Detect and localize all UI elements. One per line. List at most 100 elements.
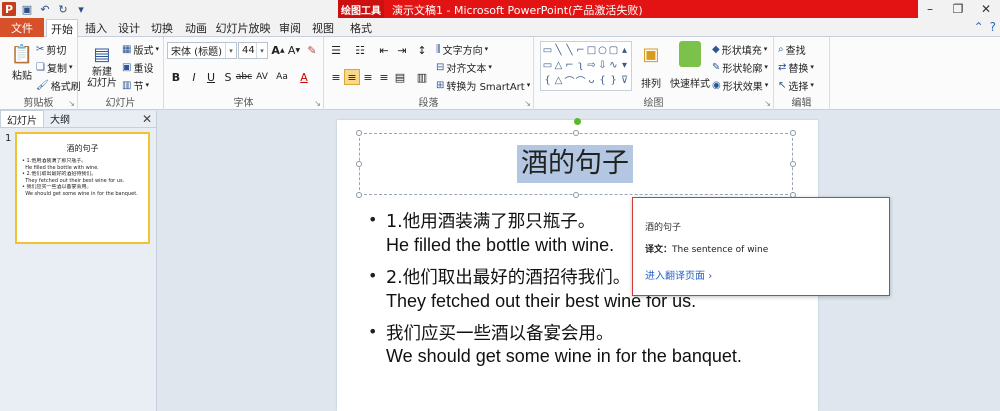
arrow-down-shape-icon[interactable]: ⇩ bbox=[597, 58, 608, 73]
tab-slides[interactable]: 幻灯片 bbox=[0, 110, 44, 127]
elbow-shape-icon[interactable]: ⌐ bbox=[575, 43, 586, 58]
font-name-combo[interactable]: 宋体 (标题) ▾ bbox=[167, 42, 237, 59]
item-1-english[interactable]: He filled the bottle with wine. bbox=[386, 235, 614, 256]
shapes-gallery[interactable]: ▭ ╲ ╲ ⌐ □ ○ ▢ ▴ ▭ △ ⌐ ʅ ⇨ ⇩ ∿ ▾ {△ ⌒ ⌒ ᴗ{} ⊽ bbox=[540, 41, 632, 91]
triangle-shape-icon[interactable]: △ bbox=[553, 58, 564, 73]
align-center-icon[interactable]: ≡ bbox=[344, 69, 360, 85]
tab-animations[interactable]: 动画 bbox=[182, 19, 210, 37]
gallery-down-icon[interactable]: ▾ bbox=[619, 58, 630, 73]
smartart-button[interactable]: ⊞ 转换为 SmartArt ▾ bbox=[436, 77, 530, 93]
arrow-right-shape-icon[interactable]: ⇨ bbox=[586, 58, 597, 73]
paragraph-launcher-icon[interactable]: ↘ bbox=[524, 99, 531, 108]
resize-handle[interactable] bbox=[356, 192, 362, 198]
rectangle-shape-icon[interactable]: □ bbox=[586, 43, 597, 58]
font-color-icon[interactable]: A bbox=[296, 69, 312, 85]
line-shape-icon[interactable]: ╲ bbox=[553, 43, 564, 58]
resize-handle[interactable] bbox=[790, 161, 796, 167]
curve-shape-icon[interactable]: ∿ bbox=[608, 58, 619, 73]
tab-format[interactable]: 格式 bbox=[345, 19, 377, 37]
shape-outline-button[interactable]: ✎ 形状轮廓 ▾ bbox=[712, 59, 768, 75]
item-1-chinese[interactable]: 1.他用酒装满了那只瓶子。 bbox=[386, 208, 595, 233]
replace-button[interactable]: ⇄ 替换 ▾ bbox=[778, 59, 814, 75]
rotate-handle[interactable] bbox=[574, 118, 581, 125]
rectangle-shape-icon[interactable]: ▭ bbox=[542, 58, 553, 73]
grow-font-icon[interactable]: A ▲ bbox=[270, 42, 286, 58]
arrange-button[interactable]: ▣ 排列 bbox=[632, 41, 670, 91]
brace-shape-icon[interactable]: } bbox=[608, 73, 619, 88]
shape-effects-button[interactable]: ◉ 形状效果 ▾ bbox=[712, 77, 768, 93]
text-direction-button[interactable]: ⫼ 文字方向 ▾ bbox=[436, 41, 488, 57]
minimize-icon[interactable]: – bbox=[916, 0, 944, 18]
distributed-icon[interactable]: ▤ bbox=[392, 69, 408, 85]
format-painter-button[interactable]: 🖌 格式刷 bbox=[36, 77, 81, 93]
tab-review[interactable]: 审阅 bbox=[276, 19, 304, 37]
drawing-launcher-icon[interactable]: ↘ bbox=[764, 99, 771, 108]
resize-handle[interactable] bbox=[573, 130, 579, 136]
item-3-english[interactable]: We should get some wine in for the banqu… bbox=[386, 346, 742, 367]
align-right-icon[interactable]: ≡ bbox=[360, 69, 376, 85]
copy-button[interactable]: ❏ 复制 ▾ bbox=[36, 59, 72, 75]
underline-icon[interactable]: U bbox=[203, 69, 219, 85]
tab-view[interactable]: 视图 bbox=[309, 19, 337, 37]
layout-button[interactable]: ▦ 版式 ▾ bbox=[122, 41, 159, 57]
gallery-up-icon[interactable]: ▴ bbox=[619, 43, 630, 58]
strikethrough-icon[interactable]: abc bbox=[236, 69, 252, 85]
new-slide-button[interactable]: ▤ 新建 幻灯片 bbox=[82, 41, 122, 90]
tab-insert[interactable]: 插入 bbox=[82, 19, 110, 37]
item-2-chinese[interactable]: 2.他们取出最好的酒招待我们。 bbox=[386, 264, 630, 289]
tab-transitions[interactable]: 切换 bbox=[148, 19, 176, 37]
resize-handle[interactable] bbox=[356, 130, 362, 136]
powerpoint-logo-icon[interactable]: P bbox=[2, 2, 16, 16]
rounded-rect-shape-icon[interactable]: ▢ bbox=[608, 43, 619, 58]
italic-icon[interactable]: I bbox=[186, 69, 202, 85]
clear-format-icon[interactable]: ✎ bbox=[304, 42, 320, 58]
restore-icon[interactable]: ❐ bbox=[944, 0, 972, 18]
redo-icon[interactable]: ↻ bbox=[56, 2, 70, 16]
chevron-down-icon[interactable]: ▾ bbox=[225, 43, 236, 58]
bracket-shape-icon[interactable]: ⌐ bbox=[564, 58, 575, 73]
increase-indent-icon[interactable]: ⇥ bbox=[394, 42, 410, 58]
tab-file[interactable]: 文件 bbox=[0, 18, 44, 37]
line-spacing-icon[interactable]: ↕ bbox=[414, 42, 430, 58]
resize-handle[interactable] bbox=[356, 161, 362, 167]
change-case-icon[interactable]: Aa bbox=[274, 69, 290, 85]
bold-icon[interactable]: B bbox=[168, 69, 184, 85]
curve-shape-icon[interactable]: ⌒ bbox=[575, 73, 586, 88]
close-icon[interactable]: ✕ bbox=[972, 0, 1000, 18]
open-translation-link[interactable]: 进入翻译页面 › bbox=[645, 267, 712, 282]
resize-handle[interactable] bbox=[790, 130, 796, 136]
shape-fill-button[interactable]: ◆ 形状填充 ▾ bbox=[712, 41, 767, 57]
line-shape-icon[interactable]: ╲ bbox=[564, 43, 575, 58]
tab-home[interactable]: 开始 bbox=[46, 19, 78, 37]
font-size-combo[interactable]: 44 ▾ bbox=[238, 42, 268, 59]
justify-icon[interactable]: ≡ bbox=[376, 69, 392, 85]
undo-icon[interactable]: ↶ bbox=[38, 2, 52, 16]
textbox-shape-icon[interactable]: ▭ bbox=[542, 43, 553, 58]
customize-icon[interactable]: ▾ bbox=[74, 2, 88, 16]
columns-icon[interactable]: ▥ bbox=[414, 69, 430, 85]
select-button[interactable]: ↖ 选择 ▾ bbox=[778, 77, 814, 93]
numbering-icon[interactable]: ☷ bbox=[352, 42, 368, 58]
chevron-down-icon[interactable]: ▾ bbox=[256, 43, 267, 58]
close-icon[interactable]: ✕ bbox=[142, 112, 152, 126]
resize-handle[interactable] bbox=[573, 192, 579, 198]
slide-title[interactable]: 酒的句子 bbox=[517, 145, 633, 183]
curve-shape-icon[interactable]: ⌒ bbox=[564, 73, 575, 88]
slide-thumbnail[interactable]: 酒的句子 • 1.他用酒装满了那只瓶子。 He filled the bottl… bbox=[15, 132, 150, 244]
shadow-icon[interactable]: S bbox=[220, 69, 236, 85]
minimize-ribbon-icon[interactable]: ⌃ bbox=[974, 20, 984, 34]
cut-button[interactable]: ✂ 剪切 bbox=[36, 41, 66, 57]
section-button[interactable]: ▥ 节 ▾ bbox=[122, 77, 149, 93]
find-button[interactable]: ⌕ 查找 bbox=[778, 41, 806, 57]
decrease-indent-icon[interactable]: ⇤ bbox=[376, 42, 392, 58]
tab-outline[interactable]: 大纲 bbox=[44, 110, 76, 127]
gallery-more-icon[interactable]: ⊽ bbox=[619, 73, 630, 88]
shrink-font-icon[interactable]: A ▼ bbox=[286, 42, 302, 58]
oval-shape-icon[interactable]: ○ bbox=[597, 43, 608, 58]
tab-slideshow[interactable]: 幻灯片放映 bbox=[215, 19, 271, 37]
triangle-shape-icon[interactable]: △ bbox=[553, 73, 564, 88]
bullets-icon[interactable]: ☰ bbox=[328, 42, 344, 58]
save-icon[interactable]: ▣ bbox=[20, 2, 34, 16]
char-spacing-icon[interactable]: AV bbox=[254, 69, 270, 85]
reset-button[interactable]: ▣ 重设 bbox=[122, 59, 153, 75]
